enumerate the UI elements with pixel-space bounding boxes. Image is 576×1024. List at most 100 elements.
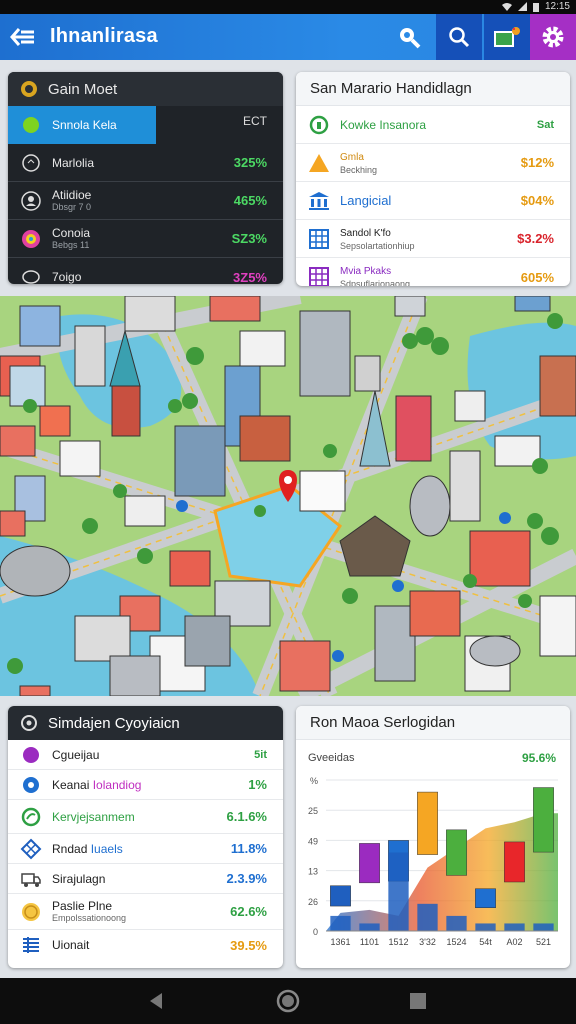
drop-icon bbox=[23, 776, 39, 793]
warning-icon bbox=[309, 153, 329, 172]
gain-card-header: Gain Moet bbox=[8, 72, 283, 106]
signal-icon bbox=[517, 2, 527, 11]
grid-icon bbox=[309, 228, 329, 249]
simdajen-card-header: Simdajen Cyoyiaicn bbox=[8, 706, 283, 740]
list-item[interactable]: Langicial $04% bbox=[296, 182, 570, 220]
photo-button[interactable] bbox=[484, 14, 530, 60]
list-item[interactable]: Snnola Kela bbox=[8, 106, 156, 144]
row-label-accent: Iolandiog bbox=[92, 777, 142, 792]
row-label: Paslie Plne bbox=[52, 898, 113, 913]
chart-legend-value: 95.6% bbox=[521, 751, 556, 765]
x-tick-label: 1512 bbox=[388, 937, 408, 947]
x-tick-label: A02 bbox=[506, 937, 522, 947]
row-label: Rndad bbox=[52, 841, 88, 856]
simdajen-card: Simdajen Cyoyiaicn Cgueijau 5it Keanai I… bbox=[8, 706, 283, 968]
row-sub: Empolssationoong bbox=[52, 912, 127, 923]
bars-icon bbox=[23, 937, 39, 953]
chart-legend-label: Gveeidas bbox=[308, 752, 355, 764]
bar bbox=[504, 841, 525, 883]
truck-icon bbox=[21, 872, 41, 887]
list-item[interactable]: Sirajulagn 2.3.9% bbox=[8, 864, 283, 894]
ron-chart-header: Ron Maoa Serlogidan bbox=[296, 706, 570, 740]
list-item[interactable]: Atiidioe Dbsgr 7 0 465% bbox=[8, 182, 283, 220]
list-item[interactable]: Keanai Iolandiog 1% bbox=[8, 770, 283, 800]
app-title: Ihnanlirasa bbox=[50, 25, 158, 47]
x-tick-label: 1101 bbox=[360, 937, 379, 947]
leaf-icon bbox=[21, 807, 41, 826]
circle-icon bbox=[23, 117, 39, 133]
city-map[interactable] bbox=[0, 296, 576, 696]
row-label: Sandol K'fo bbox=[340, 227, 391, 239]
list-item[interactable]: Sandol K'fo Sepsolartationhiup $3.2% bbox=[296, 220, 570, 258]
coin-icon bbox=[22, 902, 40, 921]
list-item[interactable]: Rndad Iuaels 11.8% bbox=[8, 834, 283, 864]
list-item[interactable]: Uionait 39.5% bbox=[8, 930, 283, 960]
row-label: Mvia Pkaks bbox=[340, 266, 392, 277]
app-bar: Ihnanlirasa bbox=[0, 14, 576, 60]
row-label: Keanai bbox=[52, 777, 90, 792]
lower-bar bbox=[446, 915, 467, 931]
settings-button[interactable] bbox=[530, 14, 576, 60]
circle-icon bbox=[309, 115, 329, 134]
list-item[interactable]: Gmla Beckhing $12% bbox=[296, 144, 570, 182]
bar-chart: % 25 49 13 26 0 1361 1101 1512 3'32 1524 54t A02 521 bbox=[308, 776, 558, 947]
wifi-icon bbox=[501, 3, 512, 11]
row-sub: Bebgs 11 bbox=[52, 239, 90, 250]
back-arrow-icon[interactable] bbox=[10, 25, 36, 49]
photo-icon bbox=[494, 27, 520, 47]
row-value: ECT bbox=[243, 114, 267, 128]
ron-chart-card: Ron Maoa Serlogidan Gveeidas 95.6% % 25 49… bbox=[296, 706, 570, 968]
simdajen-card-title: Simdajen Cyoyiaicn bbox=[48, 714, 180, 732]
row-sub: Dbsgr 7 0 bbox=[52, 201, 92, 212]
lower-bar bbox=[330, 915, 351, 931]
gain-card-title: Gain Moet bbox=[48, 80, 118, 98]
y-tick-label: 13 bbox=[308, 867, 318, 877]
lower-bar bbox=[388, 852, 409, 931]
battery-icon bbox=[532, 2, 539, 12]
search-button[interactable] bbox=[386, 14, 432, 60]
lower-bar bbox=[504, 923, 525, 931]
x-tick-label: 3'32 bbox=[419, 937, 436, 947]
gear-icon bbox=[21, 715, 37, 731]
bar bbox=[446, 829, 467, 876]
people-icon bbox=[21, 190, 41, 211]
x-tick-label: 1361 bbox=[330, 937, 350, 947]
list-item[interactable]: Kowke Insanora Sat bbox=[296, 106, 570, 144]
row-sub: Sdpsuflarionaong bbox=[340, 279, 411, 286]
list-item[interactable]: Cgueijau 5it bbox=[8, 740, 283, 770]
search-icon bbox=[449, 27, 470, 48]
bar bbox=[359, 843, 380, 884]
list-item[interactable]: Conoia Bebgs 11 SZ3% bbox=[8, 220, 283, 258]
y-tick-label: 49 bbox=[308, 836, 318, 846]
row-label-accent: Iuaels bbox=[90, 841, 123, 856]
x-tick-label: 1524 bbox=[446, 937, 466, 947]
list-item[interactable]: Kervjejsanmem 6.1.6% bbox=[8, 800, 283, 834]
x-tick-label: 54t bbox=[479, 937, 492, 947]
y-tick-label: 26 bbox=[308, 897, 318, 907]
lower-bar bbox=[533, 923, 554, 931]
y-tick-label: % bbox=[310, 776, 318, 786]
row-sub: Sepsolartationhiup bbox=[340, 240, 415, 251]
recents-icon[interactable] bbox=[405, 988, 431, 1014]
list-item[interactable]: Mvia Pkaks Sdpsuflarionaong 605% bbox=[296, 258, 570, 286]
row-sub: Beckhing bbox=[340, 164, 378, 175]
bar bbox=[417, 791, 438, 855]
y-tick-label: 0 bbox=[313, 927, 318, 937]
back-icon[interactable] bbox=[144, 988, 170, 1014]
y-tick-label: 25 bbox=[308, 806, 318, 816]
lower-bar bbox=[475, 923, 496, 931]
target-icon bbox=[22, 153, 40, 172]
home-icon[interactable] bbox=[275, 988, 301, 1014]
search-icon bbox=[400, 28, 421, 49]
list-item[interactable]: Marlolia 325% bbox=[8, 144, 283, 182]
search-button-2[interactable] bbox=[436, 14, 482, 60]
gear-icon bbox=[21, 81, 37, 97]
list-item[interactable]: 7oigo 3Z5% bbox=[8, 258, 283, 284]
list-item[interactable]: Paslie Plne Empolssationoong 62.6% bbox=[8, 894, 283, 930]
handling-card: San Marario Handidlagn Kowke Insanora Sa… bbox=[296, 72, 570, 286]
status-time: 12:15 bbox=[544, 1, 570, 12]
grid-icon bbox=[309, 267, 329, 286]
dot-icon bbox=[23, 746, 39, 763]
loop-icon bbox=[22, 270, 40, 284]
row-label: Conoia bbox=[52, 225, 91, 240]
